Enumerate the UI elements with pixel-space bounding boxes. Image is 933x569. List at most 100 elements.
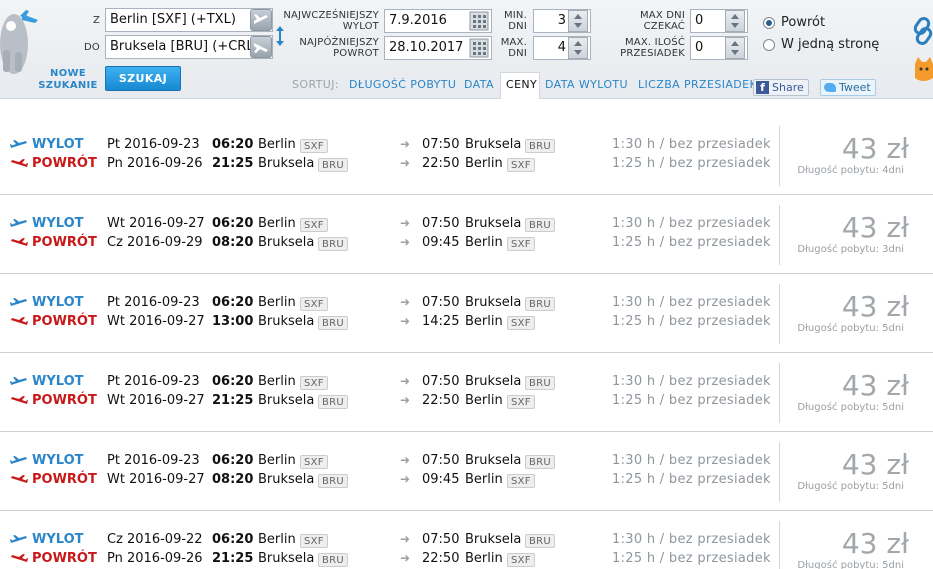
- new-search-link[interactable]: NOWE SZUKANIE: [34, 68, 102, 92]
- outbound-leg: WYLOT Wt 2016-09-27 06:20 Berlin SXF ➜ 0…: [0, 215, 780, 234]
- arrival-time: 07:50: [422, 453, 460, 468]
- outbound-leg: WYLOT Cz 2016-09-22 06:20 Berlin SXF ➜ 0…: [0, 531, 780, 550]
- arrival-airport-code: BRU: [525, 139, 556, 153]
- flight-result-row[interactable]: WYLOT Wt 2016-09-27 06:20 Berlin SXF ➜ 0…: [0, 195, 933, 274]
- departure-city: Berlin: [258, 295, 296, 310]
- arrow-right-icon: ➜: [400, 532, 411, 546]
- arrow-right-icon: ➜: [400, 314, 411, 328]
- arrival-time: 22:50: [422, 393, 460, 408]
- leg-type-label: POWRÓT: [32, 235, 97, 250]
- tweet-button[interactable]: Tweet: [820, 79, 876, 96]
- departure-plane-icon: [10, 377, 27, 385]
- departure-airport-code: BRU: [318, 158, 349, 172]
- flight-duration: 1:30 h / bez przesiadek: [612, 216, 771, 231]
- price-box[interactable]: 43 zł Długość pobytu: 3dni: [779, 205, 933, 265]
- departure-plane-icon: [10, 219, 27, 227]
- leg-type-label: WYLOT: [32, 532, 84, 547]
- return-trip-radio[interactable]: [763, 17, 775, 29]
- price[interactable]: 43 zł: [842, 132, 909, 165]
- search-button[interactable]: SZUKAJ: [105, 66, 181, 91]
- to-input[interactable]: Bruksela [BRU] (+CRL): [105, 35, 273, 59]
- sort-by-date[interactable]: DATA: [464, 78, 494, 91]
- departure-airport-code: BRU: [318, 395, 349, 409]
- from-input[interactable]: Berlin [SXF] (+TXL): [105, 8, 273, 32]
- calendar-icon[interactable]: [469, 11, 489, 31]
- departure-airport-code: SXF: [300, 376, 328, 390]
- max-days-label: MAX. DNI: [500, 37, 527, 59]
- arrival-plane-icon[interactable]: [250, 36, 272, 58]
- sort-by-departure-date[interactable]: DATA WYLOTU: [545, 78, 628, 91]
- arrow-right-icon: ➜: [400, 453, 411, 467]
- arrival-airport-code: BRU: [525, 297, 556, 311]
- price-box[interactable]: 43 zł Długość pobytu: 5dni: [779, 521, 933, 569]
- departure-date: Pt 2016-09-23: [107, 295, 200, 310]
- cat-icon[interactable]: [913, 56, 933, 84]
- departure-date: Pt 2016-09-23: [107, 453, 200, 468]
- max-stops-label: MAX. ILOŚĆ PRZESIADEK: [620, 37, 685, 59]
- arrival-city: Berlin: [465, 156, 503, 171]
- from-label: Z: [92, 15, 100, 26]
- price[interactable]: 43 zł: [842, 527, 909, 560]
- arrival-city: Berlin: [465, 472, 503, 487]
- arrival-time: 14:25: [422, 314, 460, 329]
- departure-time: 08:20: [212, 235, 254, 250]
- max-days-stepper[interactable]: [568, 37, 588, 59]
- sort-by-stops[interactable]: LICZBA PRZESIADEK: [638, 78, 757, 91]
- max-stops-stepper[interactable]: [725, 37, 745, 59]
- departure-time: 06:20: [212, 216, 254, 231]
- price[interactable]: 43 zł: [842, 211, 909, 244]
- departure-time: 08:20: [212, 472, 254, 487]
- arrow-right-icon: ➜: [400, 156, 411, 170]
- one-way-radio[interactable]: [763, 39, 775, 51]
- flight-result-row[interactable]: WYLOT Pt 2016-09-23 06:20 Berlin SXF ➜ 0…: [0, 116, 933, 195]
- max-wait-stepper[interactable]: [725, 10, 745, 32]
- outbound-leg: WYLOT Pt 2016-09-23 06:20 Berlin SXF ➜ 0…: [0, 373, 780, 392]
- search-panel: Z DO Berlin [SXF] (+TXL) Bruksela [BRU] …: [0, 0, 933, 99]
- calendar-icon[interactable]: [469, 38, 489, 58]
- twitter-icon: [824, 83, 836, 92]
- price[interactable]: 43 zł: [842, 369, 909, 402]
- price-box[interactable]: 43 zł Długość pobytu: 4dni: [779, 126, 933, 186]
- flight-duration: 1:25 h / bez przesiadek: [612, 314, 771, 329]
- leg-type-label: WYLOT: [32, 216, 84, 231]
- price-box[interactable]: 43 zł Długość pobytu: 5dni: [779, 442, 933, 502]
- arrival-time: 07:50: [422, 295, 460, 310]
- departure-plane-icon[interactable]: [250, 9, 272, 31]
- link-icon[interactable]: [913, 16, 933, 46]
- arrival-city: Berlin: [465, 551, 503, 566]
- arrival-airport-code: BRU: [525, 218, 556, 232]
- price-box[interactable]: 43 zł Długość pobytu: 5dni: [779, 363, 933, 423]
- departure-airport-code: SXF: [300, 297, 328, 311]
- price[interactable]: 43 zł: [842, 290, 909, 323]
- arrival-city: Bruksela: [465, 374, 522, 389]
- leg-type-label: POWRÓT: [32, 551, 97, 566]
- flight-result-row[interactable]: WYLOT Cz 2016-09-22 06:20 Berlin SXF ➜ 0…: [0, 511, 933, 569]
- return-plane-icon: [11, 396, 28, 404]
- departure-plane-icon: [10, 535, 27, 543]
- return-trip-label[interactable]: Powrót: [781, 15, 825, 31]
- flight-result-row[interactable]: WYLOT Pt 2016-09-23 06:20 Berlin SXF ➜ 0…: [0, 353, 933, 432]
- arrow-right-icon: ➜: [400, 295, 411, 309]
- arrow-right-icon: ➜: [400, 472, 411, 486]
- one-way-label[interactable]: W jedną stronę: [781, 37, 879, 53]
- earliest-departure-label: NAJWCZEŚNIEJSZY WYLOT: [283, 10, 379, 32]
- arrival-city: Bruksela: [465, 216, 522, 231]
- sort-by-price[interactable]: CENY: [506, 78, 537, 91]
- arrival-time: 07:50: [422, 137, 460, 152]
- outbound-leg: WYLOT Pt 2016-09-23 06:20 Berlin SXF ➜ 0…: [0, 136, 780, 155]
- departure-date: Wt 2016-09-27: [107, 393, 205, 408]
- flight-result-row[interactable]: WYLOT Pt 2016-09-23 06:20 Berlin SXF ➜ 0…: [0, 274, 933, 353]
- min-days-stepper[interactable]: [568, 10, 588, 32]
- facebook-share-button[interactable]: f Share: [753, 79, 809, 96]
- flight-duration: 1:25 h / bez przesiadek: [612, 235, 771, 250]
- min-days-label: MIN. DNI: [503, 10, 527, 32]
- sort-by-stay-length[interactable]: DŁUGOŚĆ POBYTU: [349, 78, 456, 91]
- flight-duration: 1:30 h / bez przesiadek: [612, 532, 771, 547]
- price-box[interactable]: 43 zł Długość pobytu: 5dni: [779, 284, 933, 344]
- return-plane-icon: [11, 159, 28, 167]
- flight-result-row[interactable]: WYLOT Pt 2016-09-23 06:20 Berlin SXF ➜ 0…: [0, 432, 933, 511]
- stay-length: Długość pobytu: 4dni: [797, 165, 904, 176]
- departure-airport-code: BRU: [318, 474, 349, 488]
- departure-city: Bruksela: [258, 156, 315, 171]
- price[interactable]: 43 zł: [842, 448, 909, 481]
